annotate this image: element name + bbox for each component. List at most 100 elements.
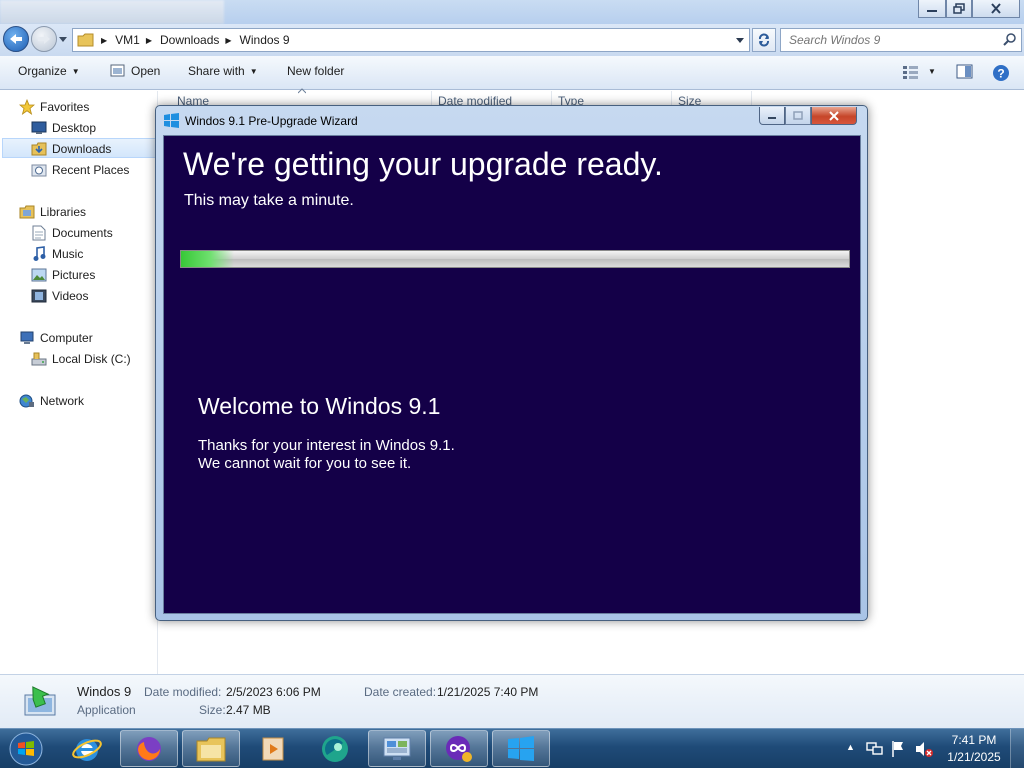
close-button[interactable] bbox=[972, 0, 1020, 18]
search-icon[interactable] bbox=[1003, 33, 1017, 47]
upgrade-wizard-window: Windos 9.1 Pre-Upgrade Wizard We're gett… bbox=[155, 105, 868, 621]
volume-muted-icon[interactable] bbox=[914, 740, 934, 758]
breadcrumb-label: Windos 9 bbox=[239, 33, 290, 47]
command-bar: Organize ▼ Open Share with ▼ New folder ▼ … bbox=[0, 56, 1024, 90]
breadcrumb-chevron-icon: ▶ bbox=[145, 35, 152, 45]
nav-music[interactable]: Music bbox=[30, 244, 83, 264]
nav-pictures[interactable]: Pictures bbox=[30, 265, 95, 285]
wizard-maximize-button[interactable] bbox=[785, 107, 811, 125]
help-icon[interactable]: ? bbox=[992, 64, 1010, 82]
show-hidden-icons-button[interactable]: ▲ bbox=[846, 742, 855, 752]
nav-favorites[interactable]: Favorites bbox=[18, 97, 89, 117]
media-player-icon bbox=[262, 737, 284, 760]
sort-indicator-icon bbox=[298, 88, 306, 94]
taskbar-internet-explorer[interactable] bbox=[58, 730, 116, 767]
nav-downloads[interactable]: Downloads bbox=[30, 139, 111, 159]
internet-explorer-icon bbox=[72, 738, 102, 761]
computer-icon bbox=[18, 330, 36, 346]
welcome-text-line1: Thanks for your interest in Windos 9.1. bbox=[198, 437, 455, 454]
nav-label: Downloads bbox=[52, 142, 112, 156]
wizard-title-bar[interactable]: Windos 9.1 Pre-Upgrade Wizard bbox=[156, 106, 867, 134]
taskbar-windows-logo[interactable] bbox=[492, 730, 550, 767]
organize-label: Organize bbox=[18, 64, 67, 78]
nav-videos[interactable]: Videos bbox=[30, 286, 88, 306]
nav-label: Favorites bbox=[40, 100, 90, 114]
breadcrumb-windos9[interactable]: Windos 9 bbox=[240, 33, 290, 47]
videos-icon bbox=[30, 288, 48, 304]
wizard-close-button[interactable] bbox=[811, 107, 857, 125]
network-icon bbox=[18, 393, 36, 409]
remote-desktop-icon bbox=[383, 737, 411, 760]
windows-logo-icon bbox=[508, 735, 534, 761]
minimize-button[interactable] bbox=[918, 0, 946, 18]
search-input[interactable] bbox=[781, 29, 991, 51]
search-box[interactable] bbox=[780, 28, 1022, 52]
recent-pages-dropdown[interactable] bbox=[58, 34, 68, 44]
chevron-down-icon: ▼ bbox=[71, 66, 80, 76]
desktop-icon bbox=[30, 120, 48, 136]
forward-arrow-icon bbox=[38, 34, 50, 44]
view-options-icon[interactable] bbox=[902, 64, 920, 80]
breadcrumb-chevron-icon: ▶ bbox=[101, 35, 108, 45]
windows-logo-icon bbox=[164, 113, 179, 128]
wizard-title: Windos 9.1 Pre-Upgrade Wizard bbox=[185, 114, 358, 128]
nav-desktop[interactable]: Desktop bbox=[30, 118, 96, 138]
nav-label: Network bbox=[40, 394, 85, 408]
organize-button[interactable]: Organize ▼ bbox=[18, 64, 80, 78]
clock-time[interactable]: 7:41 PM bbox=[950, 733, 998, 747]
purple-app-icon bbox=[446, 735, 472, 762]
nav-network[interactable]: Network bbox=[18, 391, 84, 411]
taskbar-purple-app[interactable] bbox=[430, 730, 488, 767]
application-file-icon bbox=[24, 686, 56, 716]
wizard-heading: We're getting your upgrade ready. bbox=[183, 146, 663, 182]
restore-button[interactable] bbox=[946, 0, 972, 18]
star-icon bbox=[18, 99, 36, 115]
taskbar-remote-desktop[interactable] bbox=[368, 730, 426, 767]
address-dropdown-icon[interactable] bbox=[735, 37, 745, 45]
nav-libraries[interactable]: Libraries bbox=[18, 202, 86, 222]
explorer-title-bar bbox=[0, 0, 1024, 24]
detail-date-created: 1/21/2025 7:40 PM bbox=[437, 685, 539, 699]
nav-label: Videos bbox=[52, 289, 89, 303]
refresh-button[interactable] bbox=[752, 28, 776, 52]
pictures-icon bbox=[30, 267, 48, 283]
recent-places-icon bbox=[30, 162, 48, 178]
start-button[interactable] bbox=[2, 730, 50, 768]
network-tray-icon[interactable] bbox=[866, 741, 884, 757]
breadcrumb-vm1[interactable]: VM1 ▶ bbox=[115, 33, 160, 47]
svg-text:?: ? bbox=[997, 67, 1004, 81]
progress-fill bbox=[181, 251, 234, 267]
nav-recent-places[interactable]: Recent Places bbox=[30, 160, 129, 180]
taskbar-media-player[interactable] bbox=[244, 730, 302, 767]
taskbar-firefox[interactable] bbox=[120, 730, 178, 767]
open-file-icon bbox=[110, 64, 125, 77]
detail-size: 2.47 MB bbox=[226, 703, 271, 717]
breadcrumb-label: Downloads bbox=[160, 33, 220, 47]
new-folder-button[interactable]: New folder bbox=[287, 64, 344, 78]
taskbar-green-app[interactable] bbox=[306, 730, 364, 767]
share-with-label: Share with bbox=[188, 64, 245, 78]
wizard-minimize-button[interactable] bbox=[759, 107, 785, 125]
address-bar[interactable]: ▶ VM1 ▶ Downloads ▶ Windos 9 bbox=[72, 28, 750, 52]
clock-date[interactable]: 1/21/2025 bbox=[944, 750, 1004, 764]
chevron-down-icon: ▼ bbox=[249, 66, 258, 76]
address-row: ▶ VM1 ▶ Downloads ▶ Windos 9 bbox=[0, 24, 1024, 56]
preview-pane-icon[interactable] bbox=[956, 64, 974, 80]
nav-computer[interactable]: Computer bbox=[18, 328, 93, 348]
taskbar-file-explorer[interactable] bbox=[182, 730, 240, 767]
action-center-flag-icon[interactable] bbox=[890, 740, 906, 758]
downloads-folder-icon bbox=[30, 141, 48, 157]
wizard-content: We're getting your upgrade ready. This m… bbox=[163, 135, 861, 614]
forward-button[interactable] bbox=[31, 26, 57, 52]
share-with-button[interactable]: Share with ▼ bbox=[188, 64, 258, 78]
taskbar: ▲ bbox=[0, 728, 1024, 768]
detail-date-modified-label: Date modified: bbox=[144, 685, 222, 699]
show-desktop-button[interactable] bbox=[1010, 729, 1024, 768]
open-button[interactable]: Open bbox=[110, 64, 160, 78]
breadcrumb-downloads[interactable]: Downloads ▶ bbox=[160, 33, 240, 47]
nav-documents[interactable]: Documents bbox=[30, 223, 113, 243]
blurred-title-area bbox=[0, 0, 224, 24]
view-dropdown-icon[interactable]: ▼ bbox=[928, 67, 936, 76]
back-button[interactable] bbox=[3, 26, 29, 52]
nav-local-disk[interactable]: Local Disk (C:) bbox=[30, 349, 131, 369]
